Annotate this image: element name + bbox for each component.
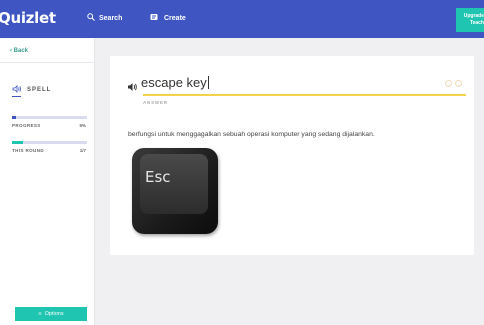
progress-bar bbox=[12, 116, 87, 119]
create-label: Create bbox=[164, 14, 186, 22]
progress-label: PROGRESS bbox=[12, 123, 41, 128]
upgrade-label-line-1: Upgrade bbox=[463, 13, 484, 19]
chevron-left-icon: ‹ bbox=[10, 48, 12, 54]
study-mode-label: SPELL bbox=[27, 87, 52, 93]
study-mode: SPELL bbox=[12, 85, 51, 95]
answer-label: ANSWER bbox=[143, 100, 168, 105]
mode-underline bbox=[12, 96, 21, 97]
speaker-icon[interactable] bbox=[127, 79, 138, 97]
speaker-spell-icon bbox=[12, 85, 22, 95]
spell-card: escape key ANSWER berfungsi untuk mengga… bbox=[110, 56, 474, 255]
answer-text: escape key bbox=[141, 75, 207, 90]
progress-value: 5% bbox=[79, 123, 86, 128]
create-icon bbox=[150, 13, 159, 23]
attempt-dot bbox=[455, 80, 462, 87]
back-label: Back bbox=[13, 48, 29, 54]
answer-underline bbox=[143, 94, 466, 96]
create-button[interactable]: Create bbox=[150, 13, 186, 23]
esc-key-image: Esc bbox=[132, 148, 218, 234]
progress-bar-fill bbox=[12, 116, 16, 119]
list-icon: ≡ bbox=[38, 311, 42, 317]
quizlet-logo[interactable]: Quizlet bbox=[0, 9, 56, 27]
upgrade-button[interactable]: Upgrade Teach bbox=[456, 8, 484, 32]
text-caret bbox=[207, 76, 209, 89]
attempt-dot bbox=[445, 80, 452, 87]
definition-text: berfungsi untuk menggagalkan sebuah oper… bbox=[128, 131, 375, 138]
round-label: THIS ROUND bbox=[12, 148, 44, 153]
sidebar: ‹ Back SPELL PROGRESS 5% THIS ROUND 1/7 … bbox=[0, 38, 95, 325]
divider bbox=[0, 62, 95, 63]
upgrade-label-line-2: Teach bbox=[469, 20, 484, 26]
options-label: Options bbox=[44, 311, 64, 317]
answer-input[interactable]: escape key bbox=[141, 75, 209, 90]
key-label: Esc bbox=[145, 168, 171, 186]
round-bar bbox=[12, 141, 87, 144]
attempt-indicators bbox=[445, 80, 462, 87]
options-button[interactable]: ≡ Options bbox=[15, 307, 87, 321]
search-label: Search bbox=[99, 14, 123, 22]
search-button[interactable]: Search bbox=[87, 13, 122, 23]
top-bar: Quizlet Search Create Upgrade Teach bbox=[0, 0, 484, 38]
search-icon bbox=[87, 13, 95, 23]
round-bar-fill bbox=[12, 141, 23, 144]
back-link[interactable]: ‹ Back bbox=[10, 48, 28, 54]
round-value: 1/7 bbox=[79, 148, 86, 153]
